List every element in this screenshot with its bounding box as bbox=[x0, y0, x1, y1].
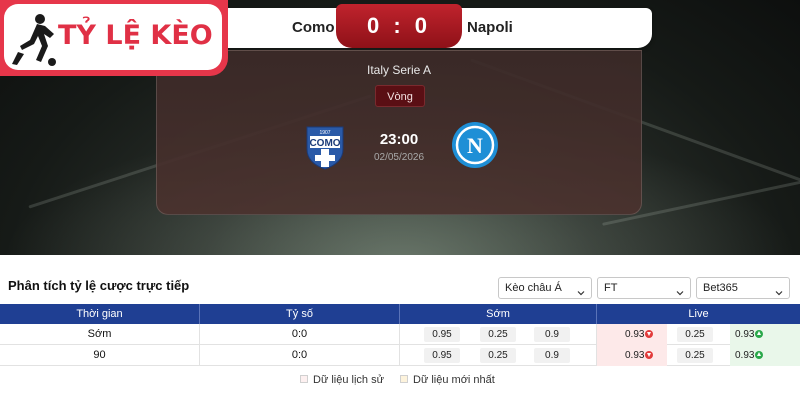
live-home-odds-value: 0.93 bbox=[625, 350, 645, 361]
section-title: Phân tích tỷ lệ cược trực tiếp bbox=[8, 278, 190, 293]
column-header-score: Tỷ số bbox=[200, 304, 400, 324]
live-home-odds: 0.93 bbox=[625, 348, 654, 363]
chevron-down-icon bbox=[676, 284, 684, 296]
live-away-odds: 0.93 bbox=[735, 327, 764, 342]
live-odds-cell: 0.93 0.25 0.93 bbox=[597, 324, 800, 345]
score-display: 0 : 0 bbox=[336, 4, 462, 48]
legend-history: Dữ liệu lịch sử bbox=[300, 374, 384, 386]
player-silhouette-icon bbox=[8, 12, 60, 68]
home-team-name[interactable]: Como bbox=[292, 8, 335, 48]
odds-up-icon bbox=[755, 330, 764, 338]
legend-latest-label: Dữ liệu mới nhất bbox=[413, 374, 495, 386]
bookmaker-select[interactable]: Bet365 bbox=[696, 277, 790, 299]
live-home-odds: 0.93 bbox=[625, 327, 654, 342]
page-root: Como 0 : 0 Napoli Italy Serie A Vòng COM… bbox=[0, 0, 800, 400]
live-handicap: 0.25 bbox=[677, 348, 713, 363]
early-home-odds: 0.95 bbox=[424, 327, 460, 342]
bookmaker-select-value: Bet365 bbox=[703, 282, 738, 294]
odds-up-icon bbox=[755, 351, 764, 359]
odds-down-icon bbox=[645, 351, 654, 359]
odds-down-icon bbox=[645, 330, 654, 338]
early-home-odds: 0.95 bbox=[424, 348, 460, 363]
kickoff-time: 23:00 bbox=[379, 131, 419, 148]
legend-history-swatch bbox=[300, 375, 308, 383]
row-score: 0:0 bbox=[200, 324, 400, 345]
early-handicap: 0.25 bbox=[480, 348, 516, 363]
table-row[interactable]: 90 0:0 0.95 0.25 0.9 0.93 0.25 0.93 bbox=[0, 345, 800, 366]
napoli-crest-icon[interactable]: N bbox=[451, 121, 499, 173]
early-away-odds: 0.9 bbox=[534, 348, 570, 363]
legend-history-label: Dữ liệu lịch sử bbox=[313, 374, 384, 386]
market-select[interactable]: Kèo châu Á bbox=[498, 277, 592, 299]
live-away-odds-value: 0.93 bbox=[735, 350, 755, 361]
column-header-time: Thời gian bbox=[0, 304, 200, 324]
column-header-live: Live bbox=[688, 308, 709, 320]
row-time: 90 bbox=[0, 345, 200, 366]
early-away-odds: 0.9 bbox=[534, 327, 570, 342]
odds-table-header: Thời gian Tỷ số Sớm Live bbox=[0, 304, 800, 324]
row-score: 0:0 bbox=[200, 345, 400, 366]
site-logo-plate: TỶ LỆ KÈO bbox=[4, 4, 222, 70]
early-odds-cell: 0.95 0.25 0.9 bbox=[400, 345, 597, 366]
chevron-down-icon bbox=[577, 284, 585, 296]
kickoff-date: 02/05/2026 bbox=[373, 152, 425, 163]
period-select-value: FT bbox=[604, 282, 618, 294]
early-odds-cell: 0.95 0.25 0.9 bbox=[400, 324, 597, 345]
row-time: Sớm bbox=[0, 324, 200, 345]
round-badge: Vòng bbox=[375, 85, 425, 107]
live-away-odds-value: 0.93 bbox=[735, 329, 755, 340]
market-select-value: Kèo châu Á bbox=[505, 282, 562, 294]
period-select[interactable]: FT bbox=[597, 277, 691, 299]
early-handicap: 0.25 bbox=[480, 327, 516, 342]
match-info-card: Italy Serie A Vòng COMO 1907 23:00 02/05… bbox=[156, 50, 642, 215]
site-logo[interactable]: TỶ LỆ KÈO bbox=[0, 0, 228, 76]
napoli-logo-letter: N bbox=[467, 133, 483, 158]
live-home-odds-value: 0.93 bbox=[625, 329, 645, 340]
chevron-down-icon bbox=[775, 284, 783, 296]
legend-latest-swatch bbox=[400, 375, 408, 383]
away-team-name[interactable]: Napoli bbox=[467, 8, 513, 48]
league-name[interactable]: Italy Serie A bbox=[157, 63, 641, 77]
table-row[interactable]: Sớm 0:0 0.95 0.25 0.9 0.93 0.25 0.93 bbox=[0, 324, 800, 345]
site-logo-text: TỶ LỆ KÈO bbox=[58, 20, 213, 51]
column-header-early: Sớm bbox=[400, 304, 597, 324]
live-handicap: 0.25 bbox=[677, 327, 713, 342]
live-odds-cell: 0.93 0.25 0.93 bbox=[597, 345, 800, 366]
legend-latest: Dữ liệu mới nhất bbox=[400, 374, 495, 386]
live-away-odds: 0.93 bbox=[735, 348, 764, 363]
